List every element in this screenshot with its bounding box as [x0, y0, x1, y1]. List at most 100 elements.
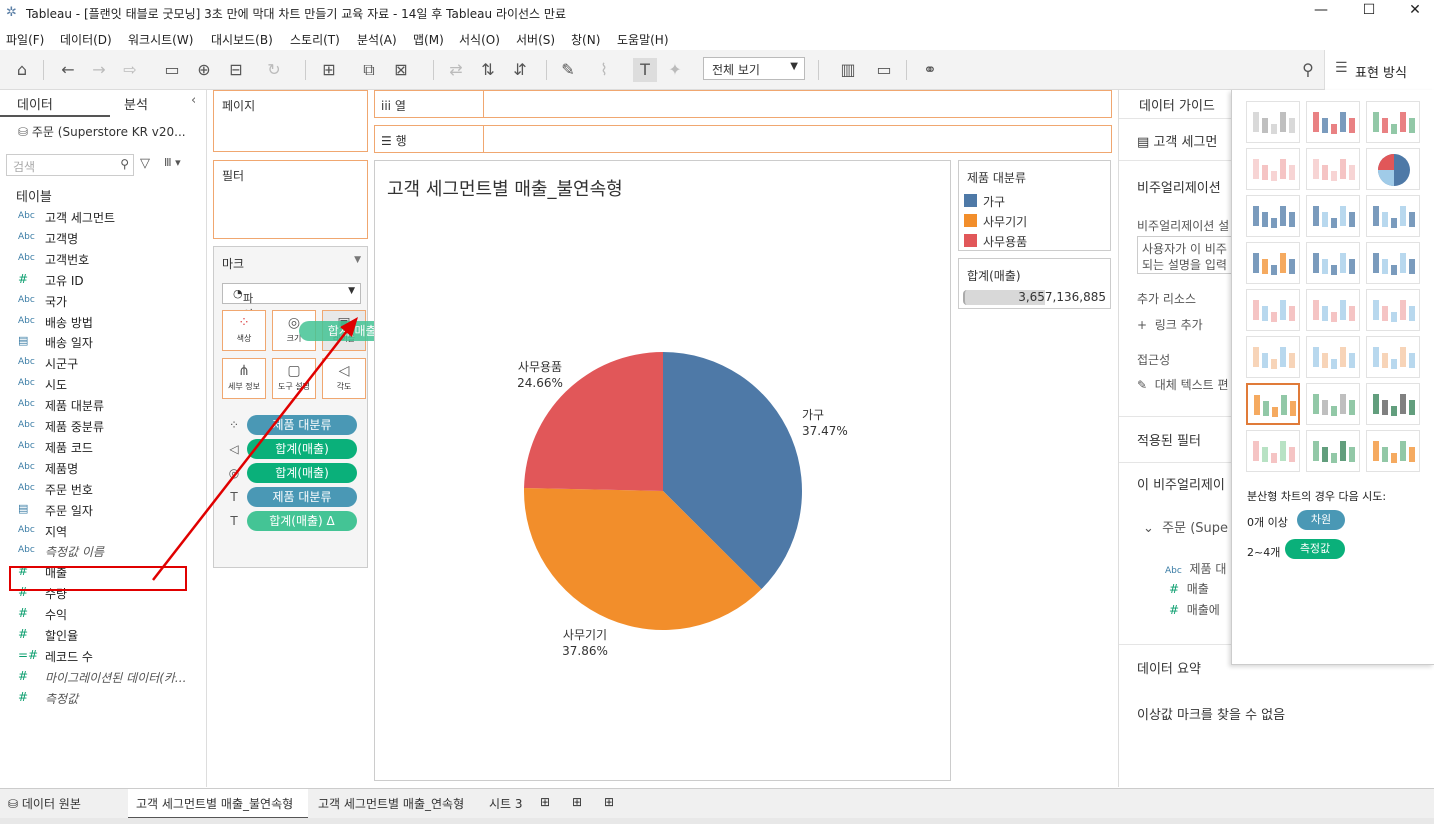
chart-type-treemap[interactable]	[1246, 242, 1300, 284]
new-datasource-icon[interactable]: ⊕	[192, 58, 216, 82]
field-item[interactable]: Abc 고객 세그먼트	[0, 207, 206, 228]
field-item[interactable]: ▤ 주문 일자	[0, 500, 206, 521]
field-item[interactable]: Abc 고객명	[0, 228, 206, 249]
marks-pill[interactable]: 합계(매출)	[247, 463, 357, 483]
menu-map[interactable]: 맵(M)	[413, 31, 444, 48]
chart-type-dual-lines[interactable]	[1366, 289, 1420, 331]
alt-text-link[interactable]: ✎ 대체 텍스트 편	[1137, 376, 1229, 393]
tooltip-button[interactable]: ▢ 도구 설명	[272, 358, 316, 399]
detail-button[interactable]: ⋔ 세부 정보	[222, 358, 266, 399]
refresh-icon[interactable]: ↻	[262, 58, 286, 82]
field-item[interactable]: Abc 국가	[0, 291, 206, 312]
chart-type-area-continuous[interactable]	[1246, 336, 1300, 378]
chart-type-symbol-map[interactable]	[1246, 148, 1300, 190]
field-item[interactable]: # 마이그레이션된 데이터(카...	[0, 667, 206, 688]
field-item[interactable]: Abc 주문 번호	[0, 479, 206, 500]
show-me-button[interactable]: ☰ 표현 방식	[1324, 50, 1434, 90]
chart-type-packed-bubbles[interactable]	[1366, 430, 1420, 472]
undo-icon[interactable]: ←	[56, 58, 80, 82]
marks-pill[interactable]: 합계(매출)	[247, 439, 357, 459]
replay-icon[interactable]: ⇨	[118, 58, 142, 82]
pause-updates-icon[interactable]: ⊟	[224, 58, 248, 82]
share-icon[interactable]: ⚭	[918, 58, 942, 82]
data-summary[interactable]: 데이터 요약	[1137, 658, 1201, 677]
sheet-tab-1[interactable]: 고객 세그먼트별 매출_불연속형	[136, 795, 293, 812]
highlight-icon[interactable]: ✎	[556, 58, 580, 82]
field-item[interactable]: # 수익	[0, 604, 206, 625]
chart-type-filled-map[interactable]	[1306, 148, 1360, 190]
menu-help[interactable]: 도움말(H)	[617, 31, 669, 48]
minimize-button[interactable]: —	[1298, 2, 1344, 24]
show-labels-icon[interactable]: T	[633, 58, 657, 82]
swap-icon[interactable]: ⇄	[444, 58, 468, 82]
menu-file[interactable]: 파일(F)	[6, 31, 44, 48]
chart-type-bullet-graph[interactable]	[1306, 430, 1360, 472]
chart-type-horizontal-bars[interactable]	[1246, 195, 1300, 237]
chart-type-pie-chart[interactable]	[1366, 148, 1420, 190]
tab-analysis[interactable]: 분석	[124, 94, 148, 113]
add-link[interactable]: + 링크 추가	[1137, 316, 1203, 333]
color-button[interactable]: ⁘ 색상	[222, 310, 266, 351]
field-item[interactable]: Abc 배송 방법	[0, 312, 206, 333]
pages-shelf[interactable]: 페이지	[213, 90, 368, 152]
applied-filters[interactable]: 적용된 필터	[1137, 430, 1201, 449]
angle-button[interactable]: ◁ 각도	[322, 358, 366, 399]
pin-icon[interactable]: ⚲	[1296, 58, 1320, 82]
show-cards-icon[interactable]: ▥	[836, 58, 860, 82]
menu-worksheet[interactable]: 워크시트(W)	[128, 31, 193, 48]
chart-type-scatter-plot[interactable]	[1246, 383, 1300, 425]
chart-type-dual-combination[interactable]	[1366, 336, 1420, 378]
chart-type-highlight-table[interactable]	[1366, 101, 1420, 143]
field-search-input[interactable]: 검색 ⚲	[6, 154, 134, 176]
sheet-tab-2[interactable]: 고객 세그먼트별 매출_연속형	[318, 795, 464, 812]
sort-descending-icon[interactable]: ⇵	[508, 58, 532, 82]
save-icon[interactable]: ▭	[160, 58, 184, 82]
duplicate-sheet-icon[interactable]: ⧉	[357, 58, 381, 82]
columns-shelf[interactable]: iii 열	[374, 90, 1112, 118]
close-button[interactable]: ✕	[1392, 2, 1434, 24]
field-item[interactable]: =# 레코드 수	[0, 646, 206, 667]
marks-menu-icon[interactable]: ▼	[354, 255, 361, 265]
chart-type-discrete-lines[interactable]	[1306, 289, 1360, 331]
datasource-tab[interactable]: ⛁ 데이터 원본	[8, 795, 81, 812]
menu-data[interactable]: 데이터(D)	[60, 31, 112, 48]
mark-type-select[interactable]: ◔ 파이 차트 ▼	[222, 283, 361, 353]
menu-dashboard[interactable]: 대시보드(B)	[211, 31, 273, 48]
chart-type-continuous-lines[interactable]	[1246, 289, 1300, 331]
marks-pill[interactable]: 제품 대분류	[247, 415, 357, 435]
tab-data[interactable]: 데이터	[17, 94, 53, 113]
menu-analysis[interactable]: 분석(A)	[357, 31, 397, 48]
view-size-select[interactable]: 전체 보기 ▼	[703, 57, 805, 80]
group-icon[interactable]: ⌇	[592, 58, 616, 82]
filter-icon[interactable]: ▽	[140, 156, 150, 171]
field-item[interactable]: Abc 고객번호	[0, 249, 206, 270]
field-item[interactable]: Abc 제품 중분류	[0, 416, 206, 437]
chart-type-circle-view[interactable]	[1306, 242, 1360, 284]
sort-ascending-icon[interactable]: ⇅	[476, 58, 500, 82]
field-item[interactable]: Abc 측정값 이름	[0, 541, 206, 562]
chart-type-box-and-whisker[interactable]	[1366, 383, 1420, 425]
chart-type-heat-map[interactable]	[1306, 101, 1360, 143]
chart-type-stacked-bars[interactable]	[1306, 195, 1360, 237]
chart-type-area-discrete[interactable]	[1306, 336, 1360, 378]
home-icon[interactable]: ⌂	[10, 58, 34, 82]
field-item[interactable]: Abc 제품명	[0, 458, 206, 479]
field-item[interactable]: Abc 제품 대분류	[0, 395, 206, 416]
marks-pill[interactable]: 제품 대분류	[247, 487, 357, 507]
new-worksheet-icon[interactable]: ⊞	[540, 795, 550, 809]
field-item[interactable]: Abc 시군구	[0, 353, 206, 374]
redo-icon[interactable]: →	[87, 58, 111, 82]
filters-shelf[interactable]: 필터	[213, 160, 368, 239]
field-item[interactable]: Abc 제품 코드	[0, 437, 206, 458]
menu-window[interactable]: 창(N)	[571, 31, 600, 48]
field-item[interactable]: Abc 지역	[0, 521, 206, 542]
field-item[interactable]: # 할인율	[0, 625, 206, 646]
chart-type-histogram[interactable]	[1306, 383, 1360, 425]
sheet-tab-3[interactable]: 시트 3	[489, 795, 523, 812]
maximize-button[interactable]: ☐	[1346, 2, 1392, 24]
chart-type-side-by-side-bars[interactable]	[1366, 195, 1420, 237]
datasource-item[interactable]: ⛁ 주문 (Superstore KR v20...	[18, 123, 186, 140]
new-story-icon[interactable]: ⊞	[604, 795, 614, 809]
field-item[interactable]: Abc 시도	[0, 374, 206, 395]
rows-shelf[interactable]: ☰ 행	[374, 125, 1112, 153]
